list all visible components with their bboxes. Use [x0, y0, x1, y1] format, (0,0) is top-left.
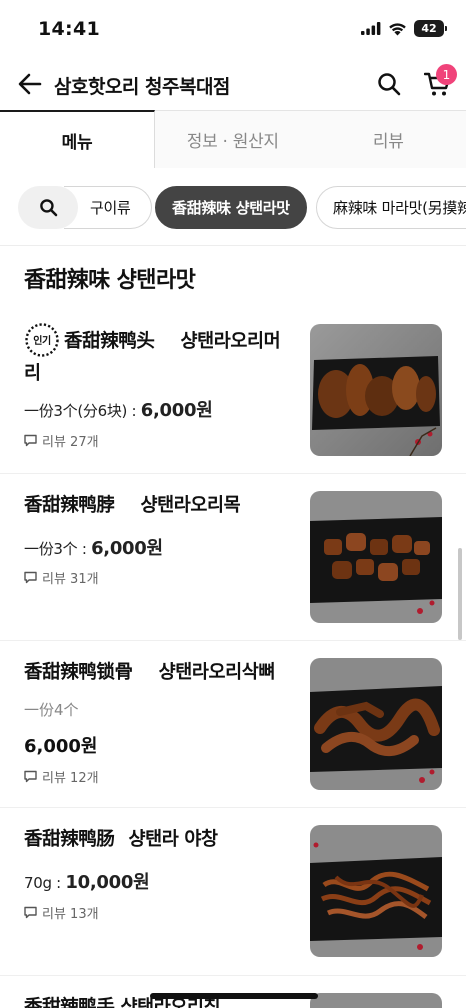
menu-item-serving: 一份4个 — [24, 701, 79, 719]
back-button[interactable] — [16, 70, 44, 98]
search-icon — [39, 199, 57, 217]
menu-item-price-row: 70g : 10,000원 — [24, 872, 150, 893]
menu-item-reviews: 리뷰 13개 — [24, 903, 99, 922]
menu-item-photo — [310, 658, 442, 790]
popular-badge-label: 인기 — [33, 334, 51, 347]
menu-item-photo — [310, 491, 442, 623]
menu-item-name: 인기 香甜辣鸭头 샹탠라오리머리 — [24, 322, 296, 388]
store-title: 삼호핫오리 청주복대점 — [54, 76, 230, 98]
scroll-indicator — [458, 548, 462, 640]
home-indicator — [150, 993, 318, 999]
menu-item-serving: 一份3个(分6块) — [24, 402, 128, 420]
status-time: 14:41 — [38, 18, 100, 40]
menu-item[interactable]: 香甜辣鸭锁骨 샹탠라오리삭뼈 一份4个 6,000원 리뷰 12개 — [0, 641, 466, 808]
arrow-left-icon — [18, 73, 42, 95]
popular-badge-icon: 인기 — [24, 322, 60, 358]
speech-bubble-icon — [24, 906, 37, 919]
menu-item[interactable]: 인기 香甜辣鸭头 샹탠라오리머리 一份3个(分6块) : 6,000원 리뷰 27… — [0, 308, 466, 474]
menu-item-name: 香甜辣鸭锁骨 샹탠라오리삭뼈 — [24, 659, 296, 687]
tab-reviews[interactable]: 리뷰 — [310, 110, 466, 168]
menu-item-price-row: 一份3个 : 6,000원 — [24, 538, 163, 559]
speech-bubble-icon — [24, 770, 37, 783]
wifi-icon — [389, 22, 406, 35]
menu-item-name-kr: 샹탠라 야창 — [128, 829, 219, 850]
category-chip-sweet-spicy[interactable]: 香甜辣味 샹탠라맛 — [155, 186, 307, 229]
menu-item-name-kr: 샹탠라오리삭뼈 — [158, 662, 276, 683]
speech-bubble-icon — [24, 434, 37, 447]
category-chip-bar[interactable]: 구이류 香甜辣味 샹탠라맛 麻辣味 마라맛(另摸辣) — [0, 168, 466, 246]
menu-item-photo — [310, 324, 442, 456]
menu-item[interactable]: 香甜辣鸭肠 샹탠라 야창 70g : 10,000원 리뷰 13개 — [0, 808, 466, 976]
menu-item-price: 6,000원 — [91, 538, 163, 559]
search-button[interactable] — [375, 70, 403, 98]
menu-item-name: 香甜辣鸭肠 샹탠라 야창 — [24, 826, 296, 854]
menu-item-price: 6,000원 — [24, 736, 98, 757]
category-search-button[interactable] — [18, 186, 78, 229]
speech-bubble-icon — [24, 571, 37, 584]
menu-item-reviews: 리뷰 31개 — [24, 568, 99, 587]
section-title: 香甜辣味 샹탠라맛 — [24, 268, 196, 293]
menu-item-name-kr: 샹탠라오리목 — [140, 495, 241, 516]
status-bar: 14:41 42 — [0, 0, 466, 58]
menu-item-photo — [310, 993, 442, 1008]
tab-bar: 메뉴 정보 · 원산지 리뷰 — [0, 110, 466, 168]
cart-count-badge: 1 — [436, 64, 457, 85]
menu-item-name-cn: 香甜辣鸭肠 — [24, 829, 115, 850]
menu-item-serving: 一份3个 — [24, 540, 78, 558]
tab-menu[interactable]: 메뉴 — [0, 110, 155, 168]
app-header: 삼호핫오리 청주복대점 — [0, 58, 466, 110]
menu-item-photo — [310, 825, 442, 957]
menu-item-serving: 70g — [24, 874, 52, 892]
menu-item-name-cn: 香甜辣鸭锁骨 — [24, 662, 133, 683]
menu-item-price: 10,000원 — [65, 872, 150, 893]
menu-item-name: 香甜辣鸭脖 샹탠라오리목 — [24, 492, 296, 520]
search-icon — [378, 73, 401, 96]
menu-item-price: 6,000원 — [140, 400, 213, 421]
battery-icon: 42 — [414, 20, 447, 37]
menu-item-name-cn: 香甜辣鸭脖 — [24, 495, 115, 516]
menu-item[interactable]: 香甜辣鸭手 샹탠라오리칭 — [0, 976, 466, 1008]
menu-item-price-row: 一份3个(分6块) : 6,000원 — [24, 400, 213, 421]
category-chip-mala[interactable]: 麻辣味 마라맛(另摸辣) — [316, 186, 466, 229]
tab-info-origin[interactable]: 정보 · 원산지 — [155, 110, 311, 168]
cellular-signal-icon — [361, 22, 381, 35]
menu-item-reviews: 리뷰 27개 — [24, 431, 99, 450]
status-icons: 42 — [361, 20, 447, 37]
menu-item-reviews: 리뷰 12개 — [24, 767, 99, 786]
menu-item-name-cn: 香甜辣鸭头 — [64, 331, 155, 352]
menu-item[interactable]: 香甜辣鸭脖 샹탠라오리목 一份3个 : 6,000원 리뷰 31개 — [0, 474, 466, 641]
